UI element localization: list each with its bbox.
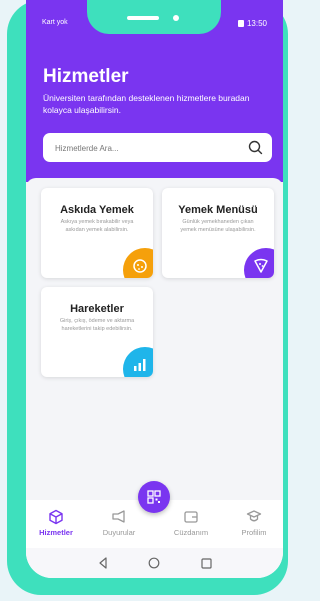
cube-icon (49, 509, 63, 525)
graduate-icon (246, 510, 262, 522)
camera-icon (173, 15, 179, 21)
back-icon[interactable] (98, 556, 108, 574)
nav-item-profilim[interactable]: Profilim (230, 509, 278, 537)
page-subtitle: Üniversiten tarafından desteklenen hizme… (43, 93, 250, 115)
nav-label: Duyurular (102, 528, 136, 537)
card-title: Askıda Yemek (60, 204, 134, 216)
wallet-icon (184, 511, 198, 523)
chart-icon (123, 347, 153, 377)
carrier-status: Kart yok (42, 19, 68, 26)
nav-label: Profilim (241, 528, 267, 537)
card-description: Günlük yemekhaneden çıkan yemek menüsüne… (180, 219, 256, 233)
card-title: Yemek Menüsü (178, 204, 258, 216)
clock: 13:50 (246, 19, 267, 28)
nav-label: Cüzdanım (173, 528, 209, 537)
qr-scan-button[interactable] (138, 481, 170, 513)
card-description: Askıya yemek bırakabilir veya askıdan ye… (60, 219, 134, 233)
search-bar[interactable] (43, 133, 272, 162)
notch (87, 0, 221, 34)
search-icon[interactable] (248, 140, 263, 160)
recents-icon[interactable] (201, 556, 212, 574)
status-right: 13:50 (237, 19, 267, 28)
phone-frame: Kart yok 13:50 Hizmetler Üniversiten tar… (7, 0, 288, 595)
service-card-askida-yemek[interactable]: Askıda Yemek Askıya yemek bırakabilir ve… (41, 188, 153, 278)
megaphone-icon (112, 510, 125, 523)
card-description: Giriş, çıkış, ödeme ve aktarma hareketle… (59, 318, 135, 332)
qr-code-icon (147, 490, 161, 504)
pizza-icon (244, 248, 274, 278)
service-card-hareketler[interactable]: Hareketler Giriş, çıkış, ödeme ve aktarm… (41, 287, 153, 377)
nav-item-hizmetler[interactable]: Hizmetler (32, 509, 80, 537)
card-title: Hareketler (70, 303, 124, 315)
header: Kart yok 13:50 Hizmetler Üniversiten tar… (26, 0, 283, 182)
page-title: Hizmetler (43, 66, 129, 87)
app-screen: Kart yok 13:50 Hizmetler Üniversiten tar… (26, 0, 283, 578)
home-icon[interactable] (148, 556, 160, 574)
nav-item-cuzdanim[interactable]: Cüzdanım (167, 509, 215, 537)
nav-label: Hizmetler (39, 528, 73, 537)
battery-icon (237, 20, 244, 27)
speaker-icon (127, 16, 159, 20)
system-nav-bar (26, 548, 283, 578)
service-card-yemek-menusu[interactable]: Yemek Menüsü Günlük yemekhaneden çıkan y… (162, 188, 274, 278)
nav-item-duyurular[interactable]: Duyurular (95, 509, 143, 537)
food-icon (123, 248, 153, 278)
search-input[interactable] (53, 139, 237, 158)
